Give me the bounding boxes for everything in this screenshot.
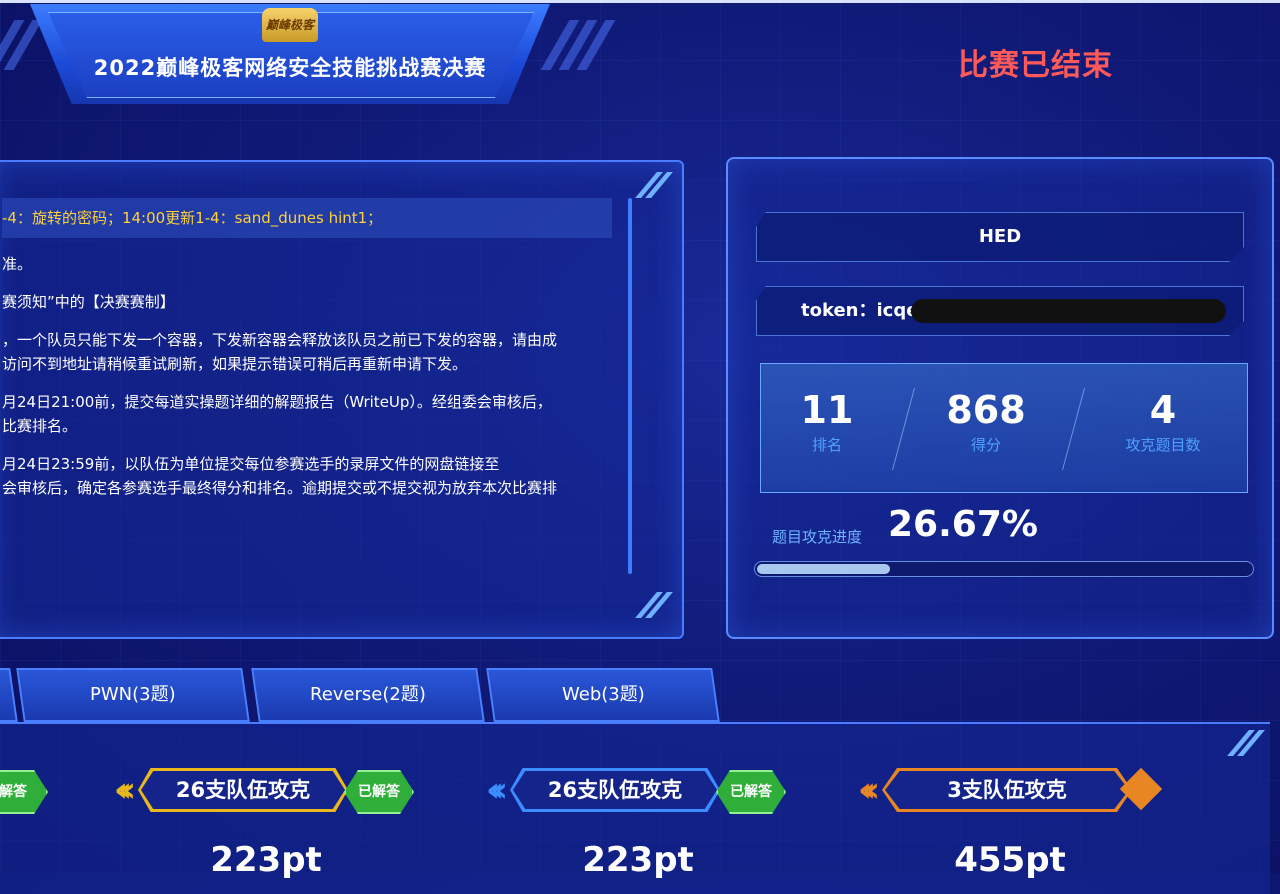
announcement-paragraph: 月24日23:59前，以队伍为单位提交每位参赛选手的录屏文件的网盘链接至 会审核…: [2, 455, 558, 497]
tab-pwn[interactable]: PWN(3题): [16, 668, 250, 722]
solved-badge: 已解答: [716, 770, 786, 814]
announcement-body: 准。 赛须知”中的【决赛赛制】 ，一个队员只能下发一个容器，下发新容器会释放该队…: [2, 252, 602, 514]
tab-label: Reverse(2题): [310, 684, 426, 705]
token-text: token：icqe: [801, 300, 919, 321]
stat-rank: 11 排名: [747, 388, 907, 455]
announcement-paragraph: 准。: [2, 255, 33, 273]
announcement-scrollbar[interactable]: [628, 198, 632, 574]
corner-decoration-icon: [635, 592, 673, 622]
team-info-panel: HED token：icqe 11 排名 868 得分 4 攻克题目数 题目攻克…: [726, 157, 1274, 639]
teams-solved-text: 26支队伍攻克: [547, 778, 683, 802]
tab-reverse[interactable]: Reverse(2题): [251, 668, 485, 722]
page-title: 2022巅峰极客网络安全技能挑战赛决赛: [93, 56, 487, 80]
chevron-left-icon: ‹‹‹: [114, 770, 136, 810]
top-border: [0, 0, 1280, 3]
solved-label: 攻克题目数: [1125, 436, 1201, 454]
teams-solved-text: 3支队伍攻克: [947, 778, 1067, 802]
team-name: HED: [756, 212, 1244, 262]
stripe-decoration-right: [540, 20, 635, 70]
team-token: token：icqe: [756, 286, 1244, 336]
progress-bar: [754, 561, 1254, 577]
chevron-left-icon: ‹‹‹: [486, 770, 508, 810]
stat-solved: 4 攻克题目数: [1083, 388, 1243, 455]
challenge-score: 223pt: [582, 840, 694, 880]
tab-label: Web(3题): [561, 684, 645, 705]
tab-label: PWN(3题): [90, 684, 176, 705]
solved-value: 4: [1149, 388, 1177, 432]
competition-status: 比赛已结束: [958, 48, 1113, 83]
progress-value: 26.67%: [888, 504, 1038, 545]
score-label: 得分: [970, 436, 1001, 454]
rank-label: 排名: [811, 436, 842, 454]
challenge-score: 455pt: [954, 840, 1066, 880]
challenge-card[interactable]: 26支队伍攻克: [138, 768, 348, 812]
announcement-panel: -4：旋转的密码；14:00更新1-4：sand_dunes hint1； 准。…: [0, 160, 684, 639]
corner-decoration-icon: [1227, 730, 1265, 760]
tab-web[interactable]: Web(3题): [486, 668, 720, 722]
challenge-score: 223pt: [210, 840, 322, 880]
rank-value: 11: [800, 388, 854, 432]
announcement-paragraph: 月24日21:00前，提交每道实操题详细的解题报告（WriteUp）。经组委会审…: [2, 393, 552, 435]
corner-decoration-icon: [635, 172, 673, 202]
score-value: 868: [946, 388, 1026, 432]
redacted-token: [911, 299, 1226, 323]
announcement-headline: -4：旋转的密码；14:00更新1-4：sand_dunes hint1；: [2, 198, 612, 238]
announcement-paragraph: 赛须知”中的【决赛赛制】: [2, 293, 175, 311]
challenge-card[interactable]: 3支队伍攻克: [882, 768, 1132, 812]
solved-badge: 已解答: [344, 770, 414, 814]
announcement-paragraph: ，一个队员只能下发一个容器，下发新容器会释放该队员之前已下发的容器，请由成 访问…: [2, 331, 558, 373]
teams-solved-text: 26支队伍攻克: [175, 778, 311, 802]
event-logo: 巅峰极客: [262, 8, 318, 42]
team-stats: 11 排名 868 得分 4 攻克题目数: [760, 363, 1248, 493]
challenge-card[interactable]: 26支队伍攻克: [510, 768, 720, 812]
progress-fill: [757, 564, 890, 574]
chevron-left-icon: ‹‹‹: [858, 770, 880, 810]
stat-score: 868 得分: [906, 388, 1066, 455]
progress-label: 题目攻克进度: [772, 528, 863, 546]
